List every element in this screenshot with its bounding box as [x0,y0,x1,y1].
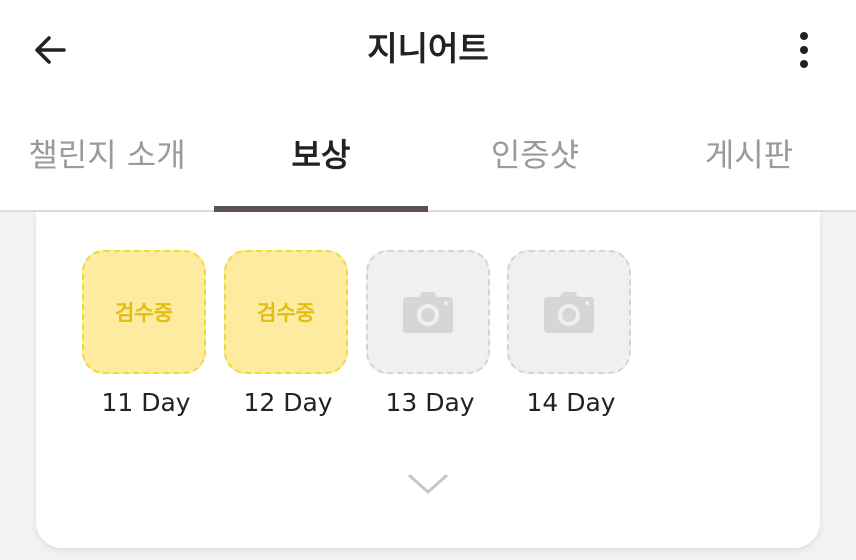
page-title: 지니어트 [367,29,489,68]
day-tile-upload[interactable] [366,250,490,374]
expand-button[interactable] [400,464,456,504]
tab-board[interactable]: 게시판 [642,98,856,210]
day-item-12: 검수중 12 Day [224,250,352,417]
camera-icon [544,292,594,333]
day-item-11: 검수중 11 Day [82,250,210,417]
day-item-13: 13 Day [366,250,494,417]
day-tile-upload[interactable] [507,250,631,374]
arrow-left-icon [35,36,66,64]
tab-bar: 챌린지 소개 보상 인증샷 게시판 [0,98,856,212]
tab-challenge-intro[interactable]: 챌린지 소개 [0,98,214,210]
day-tile-pending[interactable]: 검수중 [224,250,348,374]
day-tile-pending[interactable]: 검수중 [82,250,206,374]
tab-label: 게시판 [704,136,794,174]
day-label: 13 Day [385,388,475,417]
tab-proof-shots[interactable]: 인증샷 [428,98,642,210]
tab-reward[interactable]: 보상 [214,98,428,212]
tab-label: 인증샷 [490,136,580,174]
back-button[interactable] [22,22,78,78]
day-item-14: 14 Day [507,250,635,417]
day-label: 11 Day [101,388,191,417]
tab-label: 보상 [291,136,351,174]
tab-label: 챌린지 소개 [28,136,186,174]
review-status-badge: 검수중 [257,301,315,325]
review-status-badge: 검수중 [115,301,173,325]
more-options-button[interactable] [780,22,828,78]
day-label: 12 Day [243,388,333,417]
day-label: 14 Day [526,388,616,417]
camera-icon [403,292,453,333]
chevron-down-icon [408,474,448,494]
app-header: 지니어트 [0,0,856,98]
more-vertical-icon [800,32,808,68]
reward-card: 검수중 11 Day 검수중 12 Day 13 Day 14 Day [36,212,820,548]
